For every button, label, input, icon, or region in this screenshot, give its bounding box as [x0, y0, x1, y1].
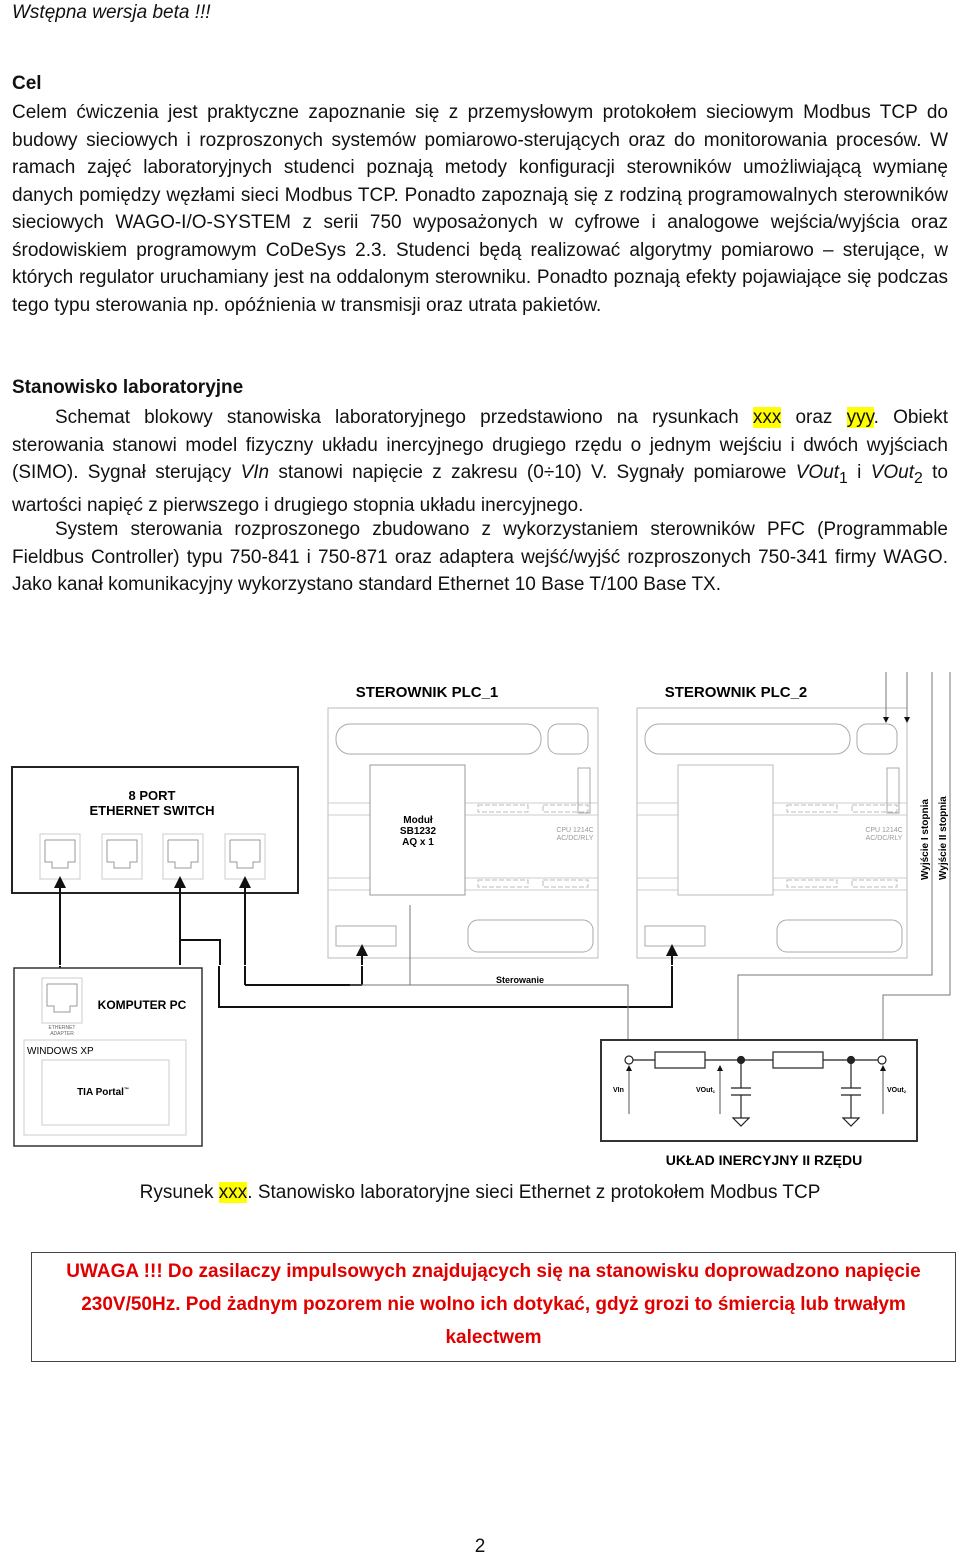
- lab-p1-text: i: [847, 462, 871, 483]
- safety-warning-box: UWAGA !!! Do zasilaczy impulsowych znajd…: [31, 1252, 956, 1362]
- lab-p1-text: oraz: [781, 407, 847, 428]
- caption-prefix: Rysunek: [139, 1182, 219, 1203]
- output-1-label: Wyjście I stopnia: [920, 799, 931, 880]
- vin-symbol: VIn: [240, 462, 270, 483]
- ethernet-adapter-icon: [41, 977, 83, 1024]
- vout1-label: VOut1: [696, 1087, 716, 1094]
- cpu-label: CPU 1214C: [556, 827, 593, 834]
- figure-ref-yyy: yyy: [846, 407, 874, 428]
- eth-adapter-label: ADAPTER: [50, 1031, 74, 1037]
- software-label: TIA Portal™: [77, 1087, 129, 1098]
- switch-label-1: 8 PORT: [129, 788, 176, 803]
- control-signal-label: Sterowanie: [496, 975, 544, 985]
- module-label-2: SB1232: [400, 826, 437, 837]
- pc-title: KOMPUTER PC: [98, 998, 187, 1012]
- beta-note: Wstępna wersja beta !!!: [12, 2, 211, 23]
- ethernet-port-icon: [101, 833, 143, 880]
- os-label: WINDOWS XP: [27, 1046, 94, 1057]
- goal-paragraph: Celem ćwiczenia jest praktyczne zapoznan…: [12, 102, 948, 316]
- vout2-symbol: VOut: [870, 462, 915, 483]
- lab-paragraph-2: System sterowania rozproszonego zbudowan…: [12, 519, 948, 595]
- vin-label: VIn: [613, 1087, 624, 1094]
- computer-pc: ETHERNET ADAPTER KOMPUTER PC WINDOWS XP …: [13, 967, 203, 1147]
- caption-text: . Stanowisko laboratoryjne sieci Etherne…: [247, 1182, 821, 1203]
- vout1-symbol: VOut: [795, 462, 840, 483]
- ethernet-port-icon: [224, 833, 266, 880]
- plc2-title: STEROWNIK PLC_2: [665, 684, 808, 701]
- lab-heading: Stanowisko laboratoryjne: [12, 377, 244, 398]
- caption-ref: xxx: [218, 1182, 248, 1203]
- lab-p1-text: stanowi napięcie z zakresu (0÷10) V. Syg…: [269, 462, 796, 483]
- cpu-label: CPU 1214C: [865, 827, 902, 834]
- vout2-subscript: 2: [914, 469, 923, 487]
- module-label-1: Moduł: [403, 815, 433, 826]
- figure-caption: Rysunek xxx. Stanowisko laboratoryjne si…: [0, 1182, 960, 1204]
- lab-setup-diagram: 8 PORT ETHERNET SWITCH STEROWNIK PLC_1 M…: [0, 670, 960, 1180]
- vout1-subscript: 1: [839, 469, 848, 487]
- safety-warning-text: UWAGA !!! Do zasilaczy impulsowych znajd…: [66, 1261, 921, 1348]
- inertial-plant-circuit: VIn VOut1 VOut2 UKŁAD INERCYJNY II RZĘDU: [600, 1039, 918, 1168]
- ethernet-port-icon: [39, 833, 81, 880]
- goal-heading: Cel: [12, 73, 42, 94]
- cpu-sublabel: AC/DC/RLY: [557, 835, 594, 842]
- ethernet-switch: 8 PORT ETHERNET SWITCH: [11, 766, 299, 894]
- cpu-sublabel: AC/DC/RLY: [866, 835, 903, 842]
- lab-p1-text: Schemat blokowy stanowiska laboratoryjne…: [55, 407, 753, 428]
- module-label-3: AQ x 1: [402, 837, 434, 848]
- output-2-label: Wyjście II stopnia: [938, 796, 949, 880]
- plc2-device: CPU 1214C AC/DC/RLY: [636, 707, 908, 959]
- plant-title: UKŁAD INERCYJNY II RZĘDU: [666, 1152, 863, 1168]
- page-number: 2: [474, 1536, 486, 1557]
- figure-ref-xxx: xxx: [752, 407, 782, 428]
- switch-label-2: ETHERNET SWITCH: [90, 803, 215, 818]
- plc1-title: STEROWNIK PLC_1: [356, 684, 499, 701]
- plc1-device: Moduł SB1232 AQ x 1 CPU 1214C AC/DC/RLY: [327, 707, 599, 959]
- ethernet-port-icon: [162, 833, 204, 880]
- lab-paragraph-1: Schemat blokowy stanowiska laboratoryjne…: [12, 404, 948, 520]
- vout2-label: VOut2: [887, 1087, 907, 1094]
